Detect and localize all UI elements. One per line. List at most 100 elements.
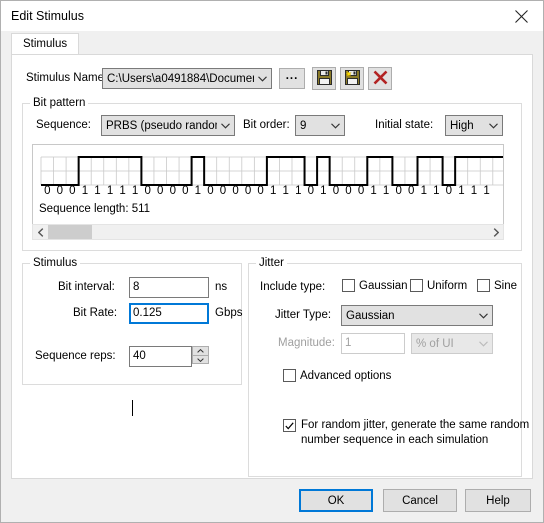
include-type-uniform-label: Uniform bbox=[427, 279, 468, 292]
bit-order-value: 9 bbox=[300, 119, 307, 132]
jitter-type-combo[interactable]: Gaussian bbox=[341, 305, 493, 326]
bit-rate-unit: Gbps bbox=[215, 307, 243, 319]
chevron-down-icon bbox=[475, 312, 492, 319]
checkbox-box bbox=[283, 369, 296, 382]
spin-up-button[interactable] bbox=[192, 346, 209, 355]
checkbox-box bbox=[477, 279, 490, 292]
sequence-label: Sequence: bbox=[36, 119, 91, 131]
advanced-options-checkbox[interactable]: Advanced options bbox=[283, 369, 391, 382]
save-as-button[interactable] bbox=[340, 67, 364, 90]
text-caret bbox=[132, 400, 133, 416]
stimulus-group: Stimulus Bit interval: 8 ns Bit Rate: 0.… bbox=[22, 257, 243, 385]
bit-value: 1 bbox=[94, 185, 101, 197]
delete-button[interactable] bbox=[368, 67, 392, 90]
sequence-combo[interactable]: PRBS (pseudo random) bbox=[101, 115, 235, 136]
jitter-group-title: Jitter bbox=[256, 257, 287, 269]
sequence-reps-label: Sequence reps: bbox=[35, 350, 116, 362]
save-button[interactable] bbox=[312, 67, 336, 90]
stimulus-name-combo[interactable]: C:\Users\a0491884\Documents\ADS_Tutorial… bbox=[102, 68, 272, 89]
bit-pattern-group-title: Bit pattern bbox=[30, 97, 89, 109]
jitter-type-value: Gaussian bbox=[346, 309, 395, 322]
magnitude-unit-combo: % of UI bbox=[411, 333, 493, 354]
jitter-type-label: Jitter Type: bbox=[275, 309, 332, 321]
stimulus-group-title: Stimulus bbox=[30, 257, 81, 269]
close-icon[interactable] bbox=[499, 1, 543, 31]
scrollbar-track[interactable] bbox=[48, 225, 488, 239]
bit-value: 0 bbox=[219, 185, 227, 197]
bit-value: 1 bbox=[131, 185, 139, 197]
scrollbar-thumb[interactable] bbox=[48, 225, 92, 239]
initial-state-value: High bbox=[450, 119, 474, 132]
bit-rate-label: Bit Rate: bbox=[73, 307, 118, 319]
jitter-group: Jitter Include type: Gaussian Uniform Si… bbox=[248, 257, 529, 477]
sequence-value: PRBS (pseudo random) bbox=[106, 119, 217, 132]
include-type-uniform-checkbox[interactable]: Uniform bbox=[410, 279, 467, 292]
chevron-down-icon bbox=[217, 122, 234, 129]
stimulus-name-label: Stimulus Name: bbox=[26, 72, 108, 84]
dialog-footer: OK Cancel Help bbox=[1, 479, 543, 522]
include-type-gaussian-checkbox[interactable]: Gaussian bbox=[342, 279, 408, 292]
window-title: Edit Stimulus bbox=[11, 9, 84, 23]
bit-value: 1 bbox=[483, 185, 490, 197]
browse-button[interactable]: ... bbox=[279, 68, 305, 89]
sequence-reps-input[interactable]: 40 bbox=[129, 346, 192, 367]
bit-value: 0 bbox=[69, 185, 76, 197]
cancel-button[interactable]: Cancel bbox=[383, 489, 457, 512]
help-button[interactable]: Help bbox=[465, 489, 531, 512]
random-seed-checkbox[interactable]: For random jitter, generate the same ran… bbox=[283, 418, 529, 448]
delete-x-icon bbox=[373, 70, 388, 88]
tab-strip: Stimulus bbox=[1, 31, 543, 54]
initial-state-combo[interactable]: High bbox=[445, 115, 503, 136]
chevron-right-icon[interactable] bbox=[488, 225, 503, 239]
bit-value: 0 bbox=[307, 185, 315, 197]
chevron-down-icon bbox=[485, 122, 502, 129]
random-seed-label-line2: number sequence in each simulation bbox=[301, 434, 489, 446]
tab-stimulus[interactable]: Stimulus bbox=[11, 33, 80, 54]
checkbox-box-checked bbox=[283, 419, 296, 432]
include-type-sine-checkbox[interactable]: Sine bbox=[477, 279, 517, 292]
bit-value: 0 bbox=[357, 185, 365, 197]
spin-down-button[interactable] bbox=[192, 355, 209, 364]
ok-button[interactable]: OK bbox=[299, 489, 373, 512]
bit-interval-label: Bit interval: bbox=[58, 281, 115, 293]
bit-order-label: Bit order: bbox=[243, 119, 290, 131]
include-type-gaussian-label: Gaussian bbox=[359, 279, 408, 292]
bit-value: 0 bbox=[445, 185, 453, 197]
stimulus-tab-page: Stimulus Name: C:\Users\a0491884\Documen… bbox=[11, 54, 533, 479]
bit-interval-input[interactable]: 8 bbox=[129, 277, 209, 298]
waveform-hscrollbar[interactable] bbox=[32, 224, 504, 240]
chevron-left-icon[interactable] bbox=[33, 225, 48, 239]
bit-value: 0 bbox=[182, 185, 189, 197]
checkbox-box bbox=[342, 279, 355, 292]
bit-value: 0 bbox=[207, 185, 214, 197]
bit-value: 0 bbox=[169, 185, 176, 197]
chevron-down-icon bbox=[475, 340, 492, 347]
magnitude-input: 1 bbox=[341, 333, 405, 354]
initial-state-label: Initial state: bbox=[375, 119, 434, 131]
magnitude-unit-value: % of UI bbox=[416, 337, 454, 350]
include-type-label: Include type: bbox=[260, 281, 326, 293]
stimulus-name-value: C:\Users\a0491884\Documents\ADS_Tutorial… bbox=[103, 72, 254, 85]
sequence-reps-stepper[interactable]: 40 bbox=[129, 346, 209, 367]
random-seed-label-line1: For random jitter, generate the same ran… bbox=[301, 419, 530, 431]
checkbox-box bbox=[410, 279, 423, 292]
chevron-down-icon bbox=[254, 75, 271, 82]
bit-value: 1 bbox=[81, 185, 89, 197]
bit-value: 1 bbox=[470, 185, 478, 197]
bit-value: 1 bbox=[433, 185, 440, 197]
sequence-length-label: Sequence length: 511 bbox=[39, 203, 151, 215]
bit-value: 1 bbox=[194, 185, 202, 197]
bit-value: 1 bbox=[458, 185, 465, 197]
bit-value: 1 bbox=[269, 185, 277, 197]
bit-value: 1 bbox=[295, 185, 302, 197]
bit-pattern-group: Bit pattern Sequence: PRBS (pseudo rando… bbox=[22, 97, 522, 251]
chevron-down-icon bbox=[327, 122, 344, 129]
bit-value: 0 bbox=[157, 185, 164, 197]
bit-value: 1 bbox=[106, 185, 114, 197]
bit-rate-input[interactable]: 0.125 bbox=[129, 303, 209, 324]
bit-pattern-waveform-panel[interactable]: 000111110000100000111010001100110111 Seq… bbox=[32, 144, 504, 236]
sequence-reps-spin-buttons[interactable] bbox=[192, 346, 209, 367]
browse-button-label: ... bbox=[285, 69, 299, 82]
bit-value: 0 bbox=[56, 185, 64, 197]
bit-order-combo[interactable]: 9 bbox=[295, 115, 345, 136]
